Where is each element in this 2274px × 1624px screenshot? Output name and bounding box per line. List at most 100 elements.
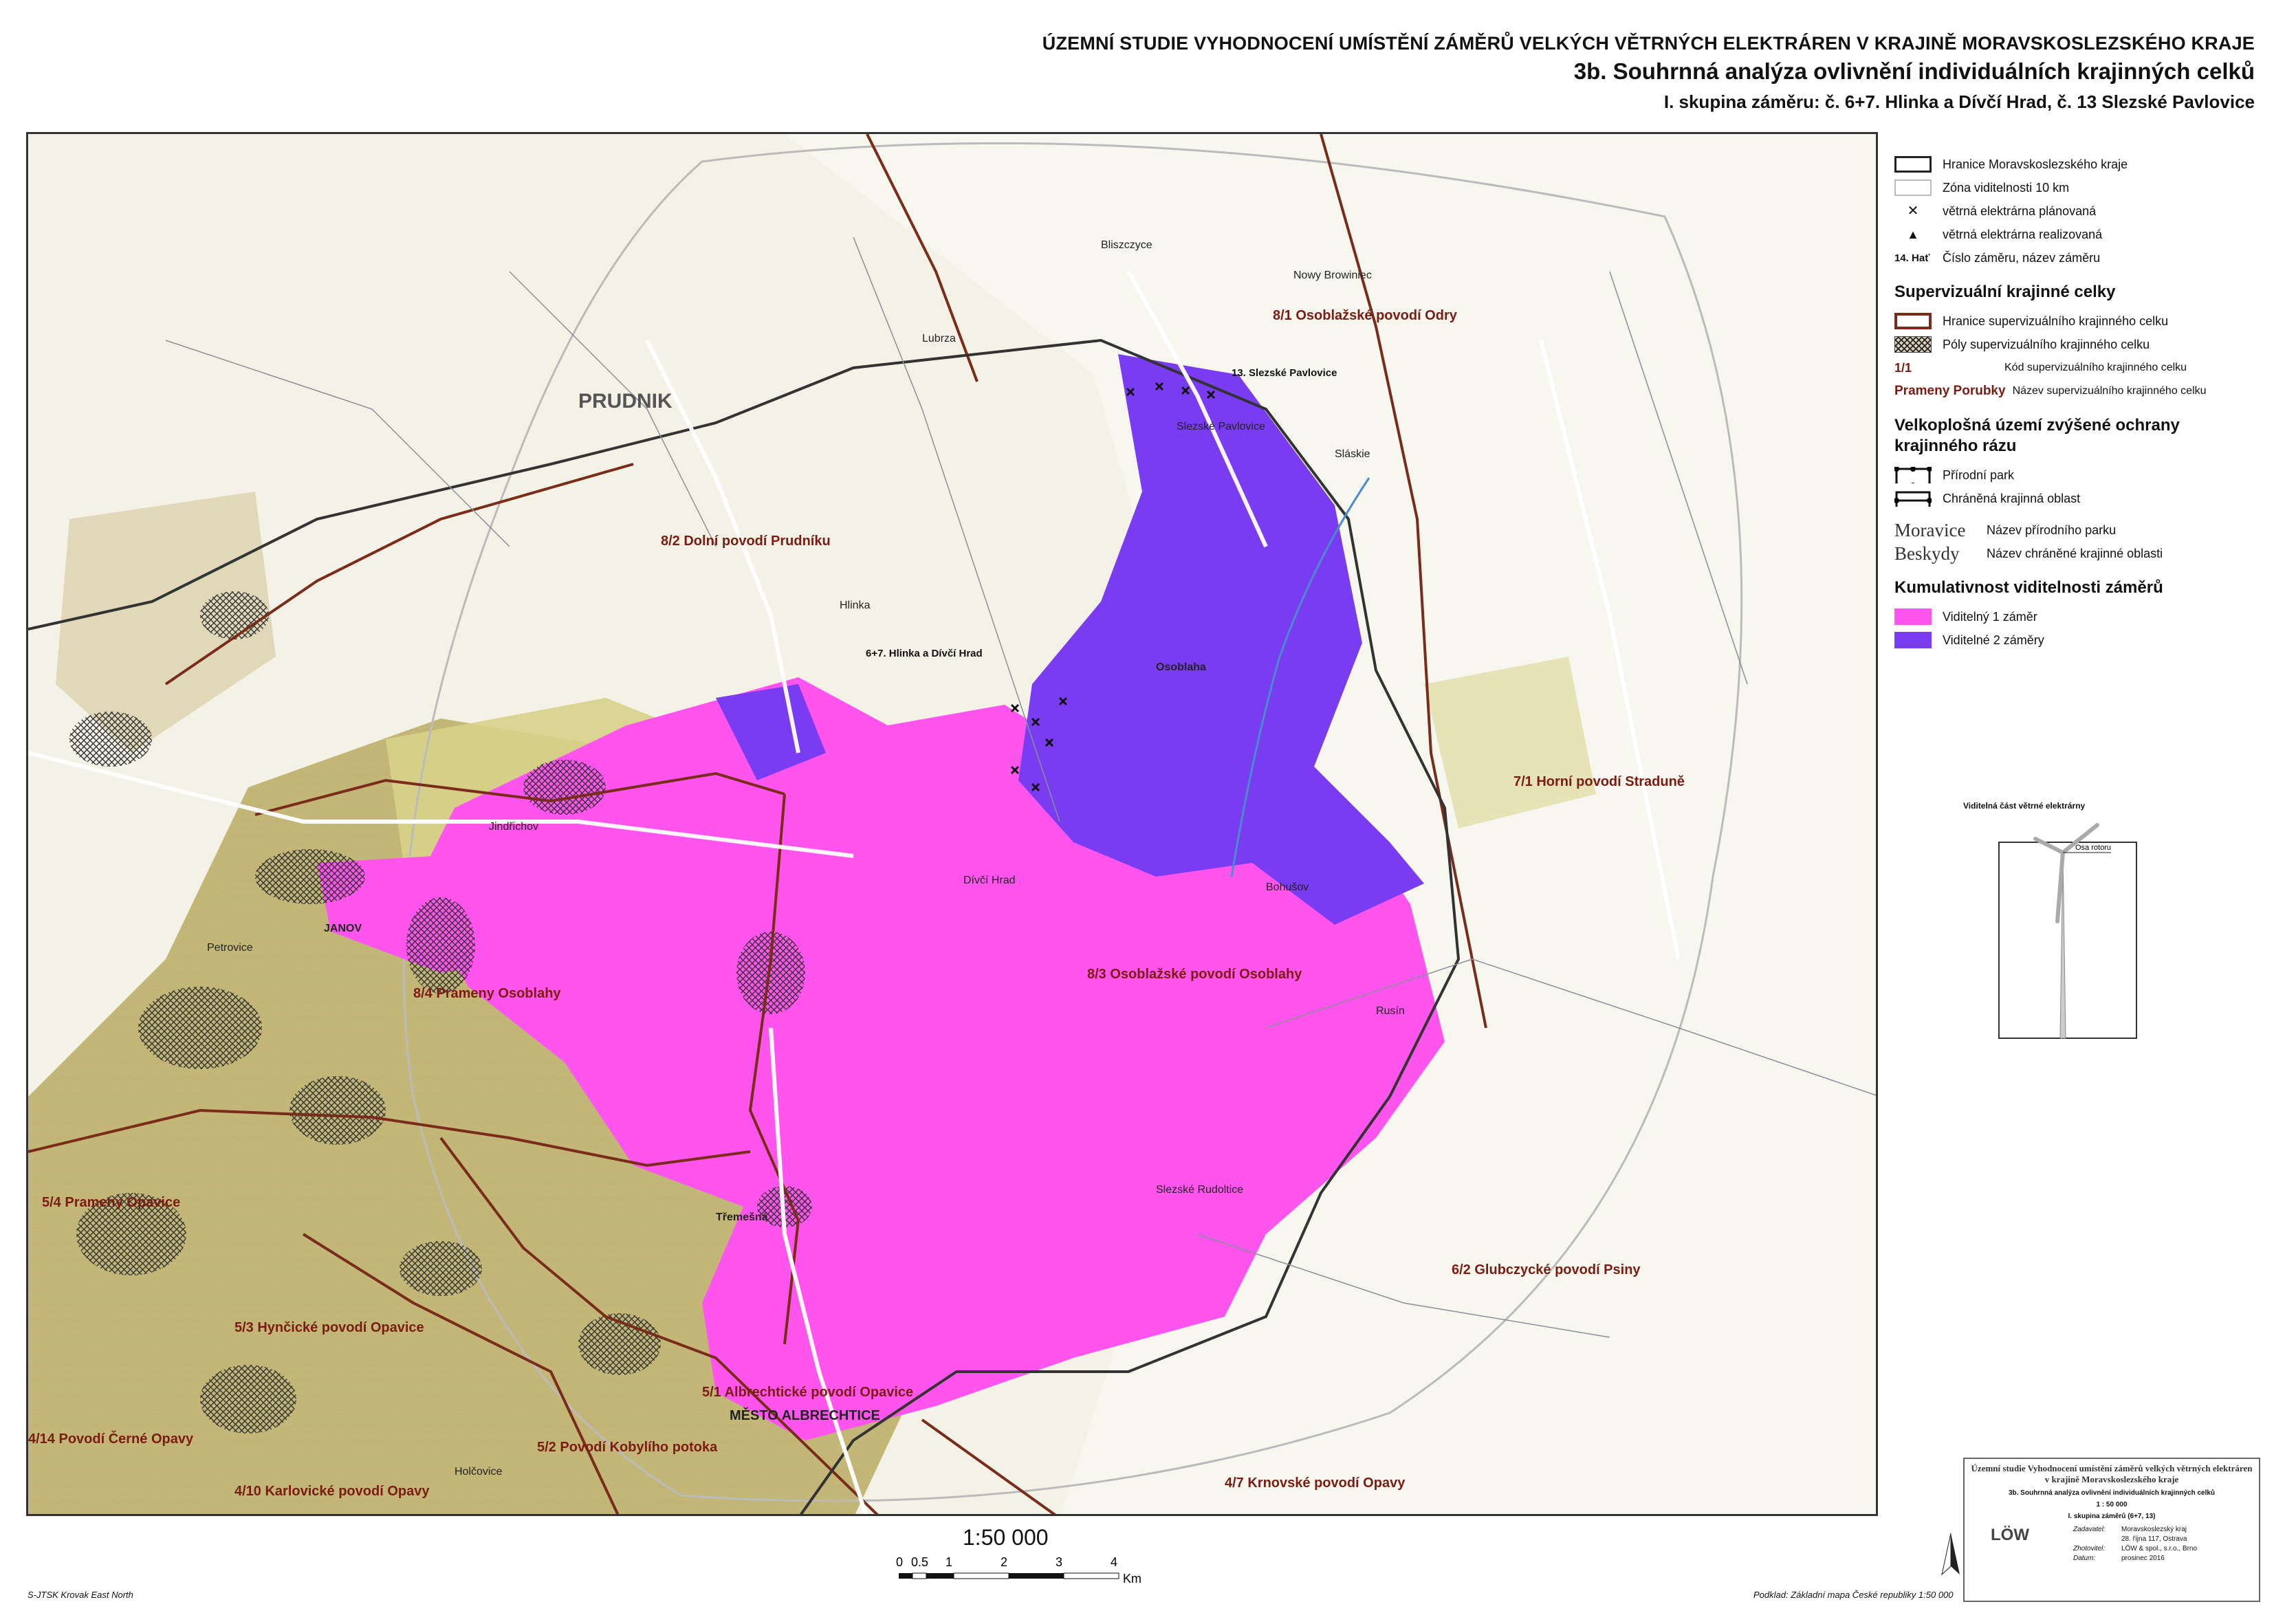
legend-label: Název supervizuálního krajinného celku [2012,385,2207,397]
map-frame[interactable]: 8/1 Osoblažské povodí Odry 8/2 Dolní pov… [26,132,1878,1516]
town-label: Dívčí Hrad [963,875,1016,886]
legend-item: Přírodní park [1894,463,2259,487]
visible-one-swatch [1894,608,1932,625]
legend-label: Název chráněné krajinné oblasti [1987,546,2163,560]
unit-pole-symbol [1894,336,1932,353]
cartouche-row: 28. října 117, Ostrava [2121,1535,2187,1543]
unit-label: 5/4 Prameny Opavice [42,1195,180,1210]
title-line-3: I. skupina záměru: č. 6+7. Hlinka a Dívč… [1663,91,2255,112]
scale-tick: 1 [945,1555,952,1569]
title-cartouche: Územní studie Vyhodnocení umístění záměr… [1963,1458,2260,1602]
legend-item: Viditelné 2 záměry [1894,628,2259,652]
town-label: Třemešná [716,1211,768,1223]
cartouche-scale: 1 : 50 000 [2096,1501,2128,1508]
project-code-example: 14. Hať [1894,252,1930,264]
town-label: Hlinka [840,600,871,611]
town-label: Bohušov [1266,881,1309,893]
turbine-caption: Viditelná část větrné elektrárny [1963,801,2086,811]
legend-item: 1/1 Kód supervizuálního krajinného celku [1894,356,2259,380]
legend-label: Hranice supervizuálního krajinného celku [1943,314,2169,328]
unit-label: 6/2 Glubczycké povodí Psiny [1452,1262,1641,1277]
unit-label: 4/10 Karlovické povodí Opavy [234,1484,430,1499]
legend-item: 14. Hať Číslo záměru, název záměru [1894,246,2259,270]
title-block: ÚZEMNÍ STUDIE VYHODNOCENÍ UMÍSTĚNÍ ZÁMĚR… [1042,33,2255,113]
legend-item: Hranice Moravskoslezského kraje [1894,153,2259,176]
legend-item: Chráněná krajinná oblast [1894,487,2259,510]
legend-heading: Kumulativnost viditelnosti záměrů [1894,578,2163,597]
scale-label: 1:50 000 [963,1525,1049,1550]
visible-two-swatch [1894,632,1932,648]
legend-label: Přírodní park [1943,468,2015,482]
title-line-2: 3b. Souhrnná analýza ovlivnění individuá… [1573,58,2255,84]
legend-label: Zóna viditelnosti 10 km [1943,180,2070,195]
legend-item: Beskydy Název chráněné krajinné oblasti [1894,542,2259,565]
town-label: Slezské Pavlovice [1177,421,1265,432]
region-border-symbol [1894,156,1932,173]
unit-label: 4/7 Krnovské povodí Opavy [1225,1475,1406,1491]
projection-label: S-JTSK Krovak East North [28,1590,133,1600]
unit-label: 8/3 Osoblažské povodí Osoblahy [1087,967,1302,982]
unit-label: 5/3 Hynčické povodí Opavice [234,1320,424,1335]
rotor-axis-label: Osa rotoru [2075,844,2111,852]
park-name-example: Moravice [1894,519,1966,540]
unit-label: 4/14 Povodí Černé Opavy [28,1430,194,1447]
scale-tick: 0 [896,1555,903,1569]
legend-label: Chráněná krajinná oblast [1943,491,2081,505]
scale-tick: 0.5 [911,1555,928,1569]
scale-tick: 2 [1001,1555,1007,1569]
source-label: Podklad: Základní mapa České republiky 1… [1753,1590,1954,1600]
legend-heading: Velkoplošná území zvýšené ochrany krajin… [1894,416,2180,455]
unit-label: 8/2 Dolní povodí Prudníku [661,534,831,549]
cartouche-group: I. skupina záměrů (6+7, 13) [2068,1513,2156,1520]
legend-item: Viditelný 1 záměr [1894,605,2259,628]
unit-label: 5/1 Albrechtické povodí Opavice [702,1385,913,1400]
town-label: Holčovice [455,1466,502,1478]
legend-item: Póly supervizuálního krajinného celku [1894,333,2259,356]
unit-label: 7/1 Horní povodí Straduně [1513,774,1685,789]
title-line-1: ÚZEMNÍ STUDIE VYHODNOCENÍ UMÍSTĚNÍ ZÁMĚR… [1042,33,2255,54]
low-logo: LÖW [1991,1526,2029,1544]
cartouche-title: Územní studie Vyhodnocení umístění záměr… [1971,1463,2253,1473]
project-label: 6+7. Hlinka a Dívčí Hrad [866,648,983,659]
realized-turbine-icon: ▲ [1907,228,1919,241]
scale-tick: 4 [1111,1555,1117,1569]
legend-label: Póly supervizuálního krajinného celku [1943,337,2150,351]
cartouche-row: Zhotovitel: LÖW & spol., s.r.o., Brno [2073,1545,2198,1552]
town-label: Sláskie [1335,448,1370,460]
cartouche-title: v krajině Moravskoslezského kraje [2044,1474,2179,1484]
legend-item: Zóna viditelnosti 10 km [1894,176,2259,199]
legend-label: Hranice Moravskoslezského kraje [1943,157,2128,171]
legend: Hranice Moravskoslezského kraje Zóna vid… [1894,153,2259,652]
cartouche-row: Zadavatel: Moravskoslezský kraj [2073,1526,2187,1533]
nature-park-symbol [1894,467,1932,483]
unit-label: 5/2 Povodí Kobylího potoka [537,1440,718,1455]
legend-label: Kód supervizuálního krajinného celku [2004,362,2187,373]
legend-label: Číslo záměru, název záměru [1943,250,2101,265]
town-label: Slezské Rudoltice [1156,1184,1243,1196]
unit-boundary-symbol [1894,313,1932,329]
town-label: Petrovice [207,942,253,954]
map-canvas[interactable]: 8/1 Osoblažské povodí Odry 8/2 Dolní pov… [28,134,1878,1516]
town-label: PRUDNIK [578,390,673,413]
legend-item: Hranice supervizuálního krajinného celku [1894,309,2259,333]
town-label: Lubrza [922,333,956,344]
legend-label: Viditelný 1 záměr [1943,609,2037,624]
planned-turbine-icon: ✕ [1907,204,1919,219]
unit-code-example: 1/1 [1894,360,1912,375]
scale-unit: Km [1123,1572,1141,1585]
town-label: JANOV [324,923,362,934]
protected-area-symbol [1894,491,1932,507]
unit-label: 8/1 Osoblažské povodí Odry [1273,308,1458,323]
project-label: 13. Slezské Pavlovice [1232,367,1337,379]
legend-item: Moravice Název přírodního parku [1894,518,2259,542]
legend-heading: Supervizuální krajinné celky [1894,283,2116,301]
scalebar: 0 0.5 1 2 3 4 Km [896,1555,1141,1585]
legend-label: větrná elektrárna plánovaná [1943,204,2097,218]
town-label: Jindřichov [489,821,538,833]
legend-item: ▲ větrná elektrárna realizovaná [1894,223,2259,246]
town-label: Osoblaha [1156,661,1206,673]
town-label: Bliszczyce [1101,239,1152,251]
unit-name-example: Prameny Porubky [1894,384,2006,398]
scale-tick: 3 [1056,1555,1062,1569]
cartouche-subtitle: 3b. Souhrnná analýza ovlivnění individuá… [2008,1489,2216,1497]
